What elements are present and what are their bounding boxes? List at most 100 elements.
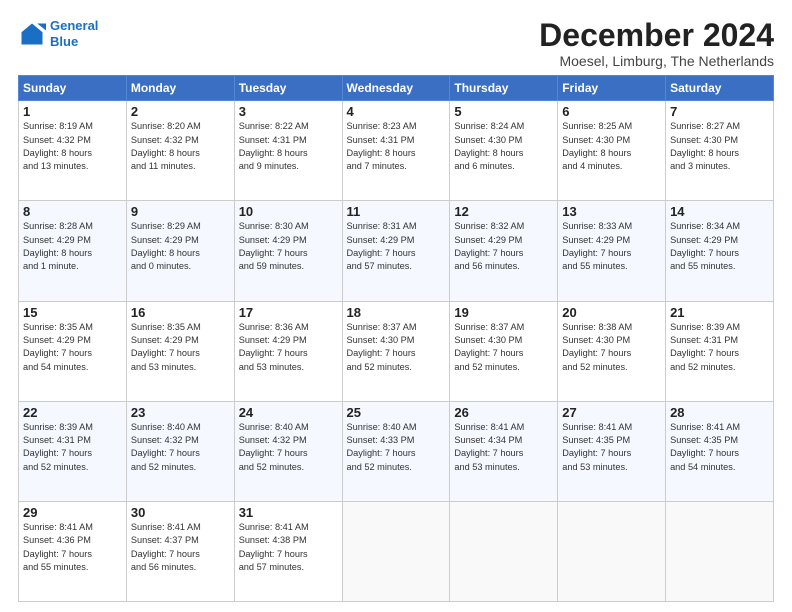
day-number: 19 <box>454 305 553 320</box>
table-row: 1 Sunrise: 8:19 AMSunset: 4:32 PMDaylight… <box>19 101 127 201</box>
day-number: 2 <box>131 104 230 119</box>
col-tuesday: Tuesday <box>234 76 342 101</box>
table-row: 16 Sunrise: 8:35 AMSunset: 4:29 PMDayligh… <box>126 301 234 401</box>
day-detail: Sunrise: 8:36 AMSunset: 4:29 PMDaylight:… <box>239 322 309 372</box>
col-wednesday: Wednesday <box>342 76 450 101</box>
day-detail: Sunrise: 8:37 AMSunset: 4:30 PMDaylight:… <box>347 322 417 372</box>
day-detail: Sunrise: 8:23 AMSunset: 4:31 PMDaylight:… <box>347 121 417 171</box>
day-number: 26 <box>454 405 553 420</box>
day-detail: Sunrise: 8:19 AMSunset: 4:32 PMDaylight:… <box>23 121 93 171</box>
day-number: 16 <box>131 305 230 320</box>
table-row: 9 Sunrise: 8:29 AMSunset: 4:29 PMDaylight… <box>126 201 234 301</box>
day-detail: Sunrise: 8:41 AMSunset: 4:36 PMDaylight:… <box>23 522 93 572</box>
day-detail: Sunrise: 8:24 AMSunset: 4:30 PMDaylight:… <box>454 121 524 171</box>
col-saturday: Saturday <box>666 76 774 101</box>
day-detail: Sunrise: 8:22 AMSunset: 4:31 PMDaylight:… <box>239 121 309 171</box>
day-detail: Sunrise: 8:35 AMSunset: 4:29 PMDaylight:… <box>131 322 201 372</box>
logo-text: General Blue <box>50 18 98 49</box>
day-detail: Sunrise: 8:39 AMSunset: 4:31 PMDaylight:… <box>23 422 93 472</box>
logo: General Blue <box>18 18 98 49</box>
day-detail: Sunrise: 8:30 AMSunset: 4:29 PMDaylight:… <box>239 221 309 271</box>
day-number: 23 <box>131 405 230 420</box>
day-number: 21 <box>670 305 769 320</box>
day-detail: Sunrise: 8:41 AMSunset: 4:37 PMDaylight:… <box>131 522 201 572</box>
table-row: 29Sunrise: 8:41 AMSunset: 4:36 PMDayligh… <box>19 501 127 601</box>
day-detail: Sunrise: 8:41 AMSunset: 4:34 PMDaylight:… <box>454 422 524 472</box>
day-detail: Sunrise: 8:41 AMSunset: 4:35 PMDaylight:… <box>670 422 740 472</box>
logo-line1: General <box>50 18 98 33</box>
day-number: 17 <box>239 305 338 320</box>
day-number: 12 <box>454 204 553 219</box>
table-row <box>450 501 558 601</box>
table-row: 8 Sunrise: 8:28 AMSunset: 4:29 PMDaylight… <box>19 201 127 301</box>
day-number: 25 <box>347 405 446 420</box>
day-detail: Sunrise: 8:28 AMSunset: 4:29 PMDaylight:… <box>23 221 93 271</box>
day-number: 10 <box>239 204 338 219</box>
day-number: 27 <box>562 405 661 420</box>
day-detail: Sunrise: 8:40 AMSunset: 4:33 PMDaylight:… <box>347 422 417 472</box>
table-row: 3 Sunrise: 8:22 AMSunset: 4:31 PMDaylight… <box>234 101 342 201</box>
day-number: 1 <box>23 104 122 119</box>
day-number: 7 <box>670 104 769 119</box>
col-sunday: Sunday <box>19 76 127 101</box>
calendar: Sunday Monday Tuesday Wednesday Thursday… <box>18 75 774 602</box>
table-row: 5Sunrise: 8:24 AMSunset: 4:30 PMDaylight… <box>450 101 558 201</box>
day-detail: Sunrise: 8:20 AMSunset: 4:32 PMDaylight:… <box>131 121 201 171</box>
day-detail: Sunrise: 8:32 AMSunset: 4:29 PMDaylight:… <box>454 221 524 271</box>
table-row: 4 Sunrise: 8:23 AMSunset: 4:31 PMDaylight… <box>342 101 450 201</box>
day-number: 4 <box>347 104 446 119</box>
table-row: 19 Sunrise: 8:37 AMSunset: 4:30 PMDayligh… <box>450 301 558 401</box>
col-friday: Friday <box>558 76 666 101</box>
table-row: 28 Sunrise: 8:41 AMSunset: 4:35 PMDayligh… <box>666 401 774 501</box>
table-row: 23 Sunrise: 8:40 AMSunset: 4:32 PMDayligh… <box>126 401 234 501</box>
day-detail: Sunrise: 8:41 AMSunset: 4:38 PMDaylight:… <box>239 522 309 572</box>
table-row <box>342 501 450 601</box>
table-row: 2 Sunrise: 8:20 AMSunset: 4:32 PMDaylight… <box>126 101 234 201</box>
table-row: 20 Sunrise: 8:38 AMSunset: 4:30 PMDayligh… <box>558 301 666 401</box>
day-number: 22 <box>23 405 122 420</box>
table-row: 25 Sunrise: 8:40 AMSunset: 4:33 PMDayligh… <box>342 401 450 501</box>
table-row: 21 Sunrise: 8:39 AMSunset: 4:31 PMDayligh… <box>666 301 774 401</box>
day-number: 30 <box>131 505 230 520</box>
day-detail: Sunrise: 8:29 AMSunset: 4:29 PMDaylight:… <box>131 221 201 271</box>
day-number: 11 <box>347 204 446 219</box>
day-detail: Sunrise: 8:35 AMSunset: 4:29 PMDaylight:… <box>23 322 93 372</box>
table-row: 14Sunrise: 8:34 AMSunset: 4:29 PMDayligh… <box>666 201 774 301</box>
day-number: 20 <box>562 305 661 320</box>
table-row: 6 Sunrise: 8:25 AMSunset: 4:30 PMDaylight… <box>558 101 666 201</box>
header-row: Sunday Monday Tuesday Wednesday Thursday… <box>19 76 774 101</box>
day-number: 14 <box>670 204 769 219</box>
table-row: 12 Sunrise: 8:32 AMSunset: 4:29 PMDayligh… <box>450 201 558 301</box>
table-row: 10 Sunrise: 8:30 AMSunset: 4:29 PMDayligh… <box>234 201 342 301</box>
table-row: 7 Sunrise: 8:27 AMSunset: 4:30 PMDaylight… <box>666 101 774 201</box>
day-detail: Sunrise: 8:37 AMSunset: 4:30 PMDaylight:… <box>454 322 524 372</box>
subtitle: Moesel, Limburg, The Netherlands <box>539 53 774 69</box>
col-thursday: Thursday <box>450 76 558 101</box>
day-detail: Sunrise: 8:40 AMSunset: 4:32 PMDaylight:… <box>131 422 201 472</box>
day-number: 18 <box>347 305 446 320</box>
col-monday: Monday <box>126 76 234 101</box>
table-row: 13Sunrise: 8:33 AMSunset: 4:29 PMDayligh… <box>558 201 666 301</box>
day-number: 8 <box>23 204 122 219</box>
table-row: 17 Sunrise: 8:36 AMSunset: 4:29 PMDayligh… <box>234 301 342 401</box>
day-number: 6 <box>562 104 661 119</box>
main-title: December 2024 <box>539 18 774 53</box>
day-number: 31 <box>239 505 338 520</box>
day-number: 28 <box>670 405 769 420</box>
day-detail: Sunrise: 8:38 AMSunset: 4:30 PMDaylight:… <box>562 322 632 372</box>
table-row: 24Sunrise: 8:40 AMSunset: 4:32 PMDayligh… <box>234 401 342 501</box>
table-row: 26 Sunrise: 8:41 AMSunset: 4:34 PMDayligh… <box>450 401 558 501</box>
table-row <box>558 501 666 601</box>
day-detail: Sunrise: 8:27 AMSunset: 4:30 PMDaylight:… <box>670 121 740 171</box>
day-detail: Sunrise: 8:31 AMSunset: 4:29 PMDaylight:… <box>347 221 417 271</box>
table-row: 30 Sunrise: 8:41 AMSunset: 4:37 PMDayligh… <box>126 501 234 601</box>
table-row: 22 Sunrise: 8:39 AMSunset: 4:31 PMDayligh… <box>19 401 127 501</box>
day-number: 9 <box>131 204 230 219</box>
page: General Blue December 2024 Moesel, Limbu… <box>0 0 792 612</box>
day-number: 3 <box>239 104 338 119</box>
day-detail: Sunrise: 8:25 AMSunset: 4:30 PMDaylight:… <box>562 121 632 171</box>
day-detail: Sunrise: 8:39 AMSunset: 4:31 PMDaylight:… <box>670 322 740 372</box>
day-number: 15 <box>23 305 122 320</box>
title-block: December 2024 Moesel, Limburg, The Nethe… <box>539 18 774 69</box>
day-detail: Sunrise: 8:33 AMSunset: 4:29 PMDaylight:… <box>562 221 632 271</box>
